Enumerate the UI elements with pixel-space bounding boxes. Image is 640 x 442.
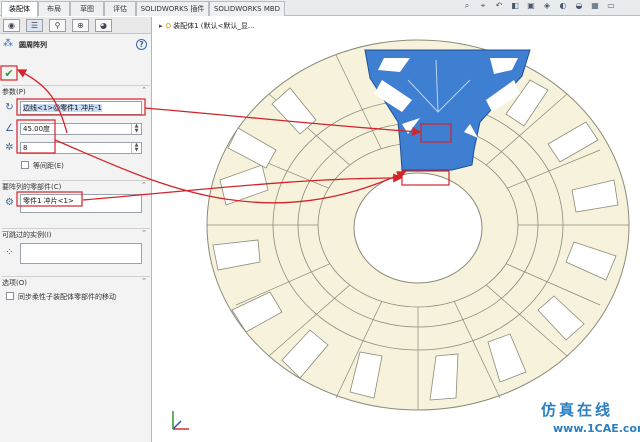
components-list[interactable]: 零件1 冲片<1> (20, 194, 142, 213)
scene-icon[interactable]: ▦ (590, 1, 600, 11)
appearance-icon[interactable]: ◒ (574, 1, 584, 11)
previous-view-icon[interactable]: ↶ (494, 1, 504, 11)
skip-instances-header-label: 可跳过的实例(I) (2, 231, 52, 239)
zoom-area-icon[interactable]: ⌖ (478, 1, 488, 11)
options-header-label: 选项(O) (2, 279, 27, 287)
angle-value: 45.00度 (23, 125, 51, 133)
tab-solidworks-addins[interactable]: SOLIDWORKS 插件 (136, 1, 209, 16)
tab-sketch[interactable]: 草图 (70, 1, 104, 16)
display-style-icon[interactable]: ◈ (542, 1, 552, 11)
graphics-area[interactable]: ▸ ⛭ 装配体1 (默认<默认_显... 1CAE.COM ☝ 仿真在线 www.1… (153, 17, 640, 442)
sync-flexible-label: 同步柔性子装配体零部件的移动 (18, 293, 116, 301)
feature-tree-flyout[interactable]: ▸ ⛭ 装配体1 (默认<默认_显... (159, 21, 255, 31)
coordinate-triad-icon (172, 411, 189, 430)
instance-count-spinbox[interactable]: 8 ▲ ▼ (20, 142, 142, 154)
circular-pattern-icon: ⁂ (3, 38, 13, 49)
pattern-axis-field[interactable]: 边线<1>@零件1 冲片-1 (20, 101, 142, 115)
property-manager-icon[interactable]: ☰ (26, 19, 43, 32)
assembly-icon: ⛭ (165, 22, 172, 30)
skip-instances-section-header[interactable]: 可跳过的实例(I) ⌃ (2, 228, 150, 239)
tab-layout[interactable]: 布局 (38, 1, 70, 16)
skip-instances-list[interactable] (20, 243, 142, 264)
cursor-icon: ☝ (421, 231, 427, 241)
display-manager-icon[interactable]: ◕ (95, 19, 112, 32)
count-stepper-icon[interactable]: ▲ ▼ (131, 143, 141, 153)
section-view-icon[interactable]: ◧ (510, 1, 520, 11)
collapse-caret-icon[interactable]: ⌃ (141, 229, 147, 237)
ok-button[interactable]: ✔ (3, 68, 15, 80)
zoom-to-fit-icon[interactable]: ⌕ (462, 1, 472, 11)
sync-flexible-checkbox[interactable] (6, 292, 14, 300)
angle-stepper-icon[interactable]: ▲ ▼ (131, 124, 141, 134)
angle-spinbox[interactable]: 45.00度 ▲ ▼ (20, 123, 142, 135)
instances-icon: ✲ (5, 142, 14, 153)
rotation-axis-icon: ↻ (5, 102, 14, 113)
brand-name: 仿真在线 (541, 401, 614, 419)
component-icon: ⚙ (5, 197, 14, 208)
parameters-section-header[interactable]: 参数(P) ⌃ (2, 85, 150, 96)
view-orientation-icon[interactable]: ▣ (526, 1, 536, 11)
help-icon[interactable]: ? (136, 39, 147, 50)
collapse-caret-icon[interactable]: ⌃ (141, 181, 147, 189)
pattern-axis-value: 边线<1>@零件1 冲片-1 (23, 104, 102, 112)
manager-toolbar: ◉ ☰ ⚲ ⊕ ◕ (0, 17, 151, 34)
tab-assembly[interactable]: 装配体 (1, 1, 38, 17)
tab-solidworks-mbd[interactable]: SOLIDWORKS MBD (209, 1, 285, 16)
hide-show-icon[interactable]: ◐ (558, 1, 568, 11)
parameters-header-label: 参数(P) (2, 88, 26, 96)
property-manager-panel: ◉ ☰ ⚲ ⊕ ◕ ⁂ 圆周阵列 ? ✔ ✕ 参数(P) ⌃ ↻ 边线<1>@零… (0, 17, 152, 442)
collapse-caret-icon[interactable]: ⌃ (141, 86, 147, 94)
dimxpert-icon[interactable]: ⊕ (72, 19, 89, 32)
view-settings-icon[interactable]: ▭ (606, 1, 616, 11)
brand-url: www.1CAE.com (553, 422, 640, 435)
equal-spacing-label: 等间距(E) (33, 162, 64, 170)
equal-spacing-checkbox[interactable] (21, 161, 29, 169)
watermark: 1CAE.COM (231, 212, 362, 236)
page-title: 圆周阵列 (19, 41, 47, 49)
skip-instances-icon: ⁘ (5, 247, 14, 258)
instance-count-value: 8 (23, 144, 28, 152)
components-section-header[interactable]: 参数(P) 要阵列的零部件(C) ⌃ (2, 180, 150, 191)
tab-evaluate[interactable]: 评估 (104, 1, 136, 16)
assembly-tree-item[interactable]: 装配体1 (默认<默认_显... (173, 22, 254, 30)
angle-icon: ∠ (5, 123, 14, 134)
cancel-button[interactable]: ✕ (18, 68, 30, 80)
collapse-caret-icon[interactable]: ⌃ (141, 277, 147, 285)
feature-manager-icon[interactable]: ◉ (3, 19, 20, 32)
components-header-text: 要阵列的零部件(C) (2, 183, 62, 191)
options-section-header[interactable]: 选项(O) ⌃ (2, 276, 150, 287)
configuration-manager-icon[interactable]: ⚲ (49, 19, 66, 32)
component-list-item[interactable]: 零件1 冲片<1> (23, 197, 74, 205)
expand-arrow-icon[interactable]: ▸ (159, 22, 163, 30)
